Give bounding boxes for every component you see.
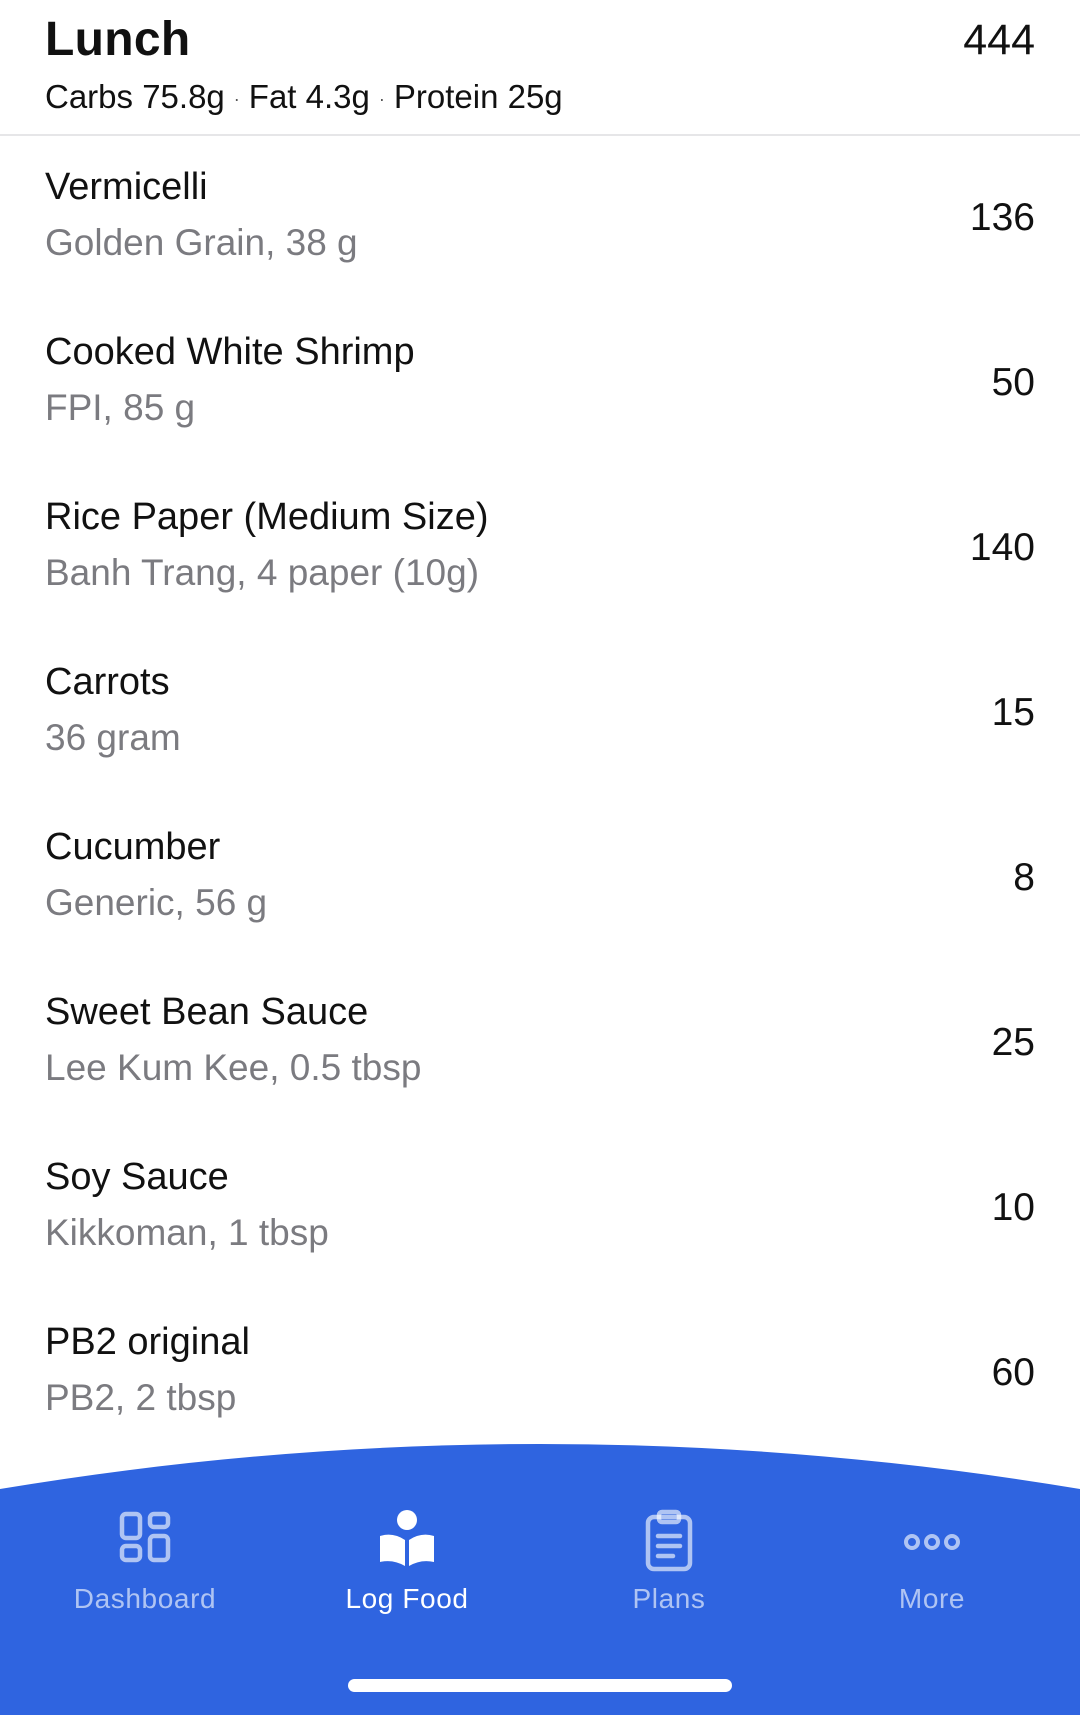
food-detail: Lee Kum Kee, 0.5 tbsp xyxy=(45,1047,422,1088)
food-row-carrots[interactable]: Carrots 36 gram 15 xyxy=(0,631,1080,796)
food-row-pb2-original[interactable]: PB2 original PB2, 2 tbsp 60 xyxy=(0,1291,1080,1456)
dashboard-grid-icon xyxy=(119,1511,171,1563)
clipboard-icon xyxy=(645,1509,693,1572)
tab-plans[interactable]: Plans xyxy=(559,1508,779,1628)
food-list: Vermicelli Golden Grain, 38 g 136 Cooked… xyxy=(0,136,1080,1456)
food-detail: Generic, 56 g xyxy=(45,882,268,923)
food-calories: 140 xyxy=(969,526,1035,569)
more-dots-icon xyxy=(904,1534,960,1550)
food-calories: 50 xyxy=(991,361,1035,404)
food-name: Rice Paper (Medium Size) xyxy=(45,496,489,538)
food-diary-screen: Lunch 444 Carbs 75.8g · Fat 4.3g · Protein 2… xyxy=(0,0,1080,1715)
food-row-vermicelli[interactable]: Vermicelli Golden Grain, 38 g 136 xyxy=(0,136,1080,301)
food-row-sweet-bean-sauce[interactable]: Sweet Bean Sauce Lee Kum Kee, 0.5 tbsp 2… xyxy=(0,961,1080,1126)
food-name: PB2 original xyxy=(45,1321,250,1363)
food-row-soy-sauce[interactable]: Soy Sauce Kikkoman, 1 tbsp 10 xyxy=(0,1126,1080,1291)
food-name: Soy Sauce xyxy=(45,1156,229,1198)
food-row-cooked-white-shrimp[interactable]: Cooked White Shrimp FPI, 85 g 50 xyxy=(0,301,1080,466)
food-name: Sweet Bean Sauce xyxy=(45,991,369,1033)
tab-label: Log Food xyxy=(345,1583,469,1614)
food-name: Carrots xyxy=(45,661,170,703)
food-detail: Golden Grain, 38 g xyxy=(45,222,358,263)
food-calories: 136 xyxy=(969,196,1035,239)
food-name: Vermicelli xyxy=(45,166,208,208)
food-row-rice-paper[interactable]: Rice Paper (Medium Size) Banh Trang, 4 p… xyxy=(0,466,1080,631)
food-detail: Banh Trang, 4 paper (10g) xyxy=(45,552,480,593)
food-name: Cooked White Shrimp xyxy=(45,331,415,373)
meal-total-calories: 444 xyxy=(963,16,1035,64)
food-detail: FPI, 85 g xyxy=(45,387,196,428)
tab-more[interactable]: More xyxy=(822,1508,1042,1628)
tab-label: Plans xyxy=(632,1583,706,1614)
home-indicator[interactable] xyxy=(348,1679,732,1692)
meal-macros-summary: Carbs 75.8g · Fat 4.3g · Protein 25g xyxy=(45,78,563,116)
tab-label: More xyxy=(898,1583,966,1614)
food-row-cucumber[interactable]: Cucumber Generic, 56 g 8 xyxy=(0,796,1080,961)
carbs-summary: Carbs 75.8g xyxy=(45,78,225,115)
macro-separator: · xyxy=(378,88,385,109)
food-calories: 15 xyxy=(991,691,1035,734)
tab-dashboard[interactable]: Dashboard xyxy=(35,1508,255,1628)
food-calories: 25 xyxy=(991,1021,1035,1064)
tab-label: Dashboard xyxy=(73,1583,217,1614)
meal-header[interactable]: Lunch 444 Carbs 75.8g · Fat 4.3g · Protein 2… xyxy=(0,0,1080,136)
tab-log-food[interactable]: Log Food xyxy=(297,1508,517,1628)
protein-summary: Protein 25g xyxy=(393,78,563,115)
food-name: Cucumber xyxy=(45,826,221,868)
food-calories: 8 xyxy=(1013,856,1035,899)
fat-summary: Fat 4.3g xyxy=(248,78,370,115)
bottom-tab-bar: Dashboard Log Food Plans More xyxy=(0,1444,1080,1715)
food-calories: 60 xyxy=(991,1351,1035,1394)
macro-separator: · xyxy=(233,88,240,109)
log-food-book-icon xyxy=(380,1510,434,1566)
food-detail: 36 gram xyxy=(45,717,181,758)
food-detail: Kikkoman, 1 tbsp xyxy=(45,1212,329,1253)
food-detail: PB2, 2 tbsp xyxy=(45,1377,237,1418)
food-calories: 10 xyxy=(991,1186,1035,1229)
meal-title: Lunch xyxy=(45,13,191,66)
